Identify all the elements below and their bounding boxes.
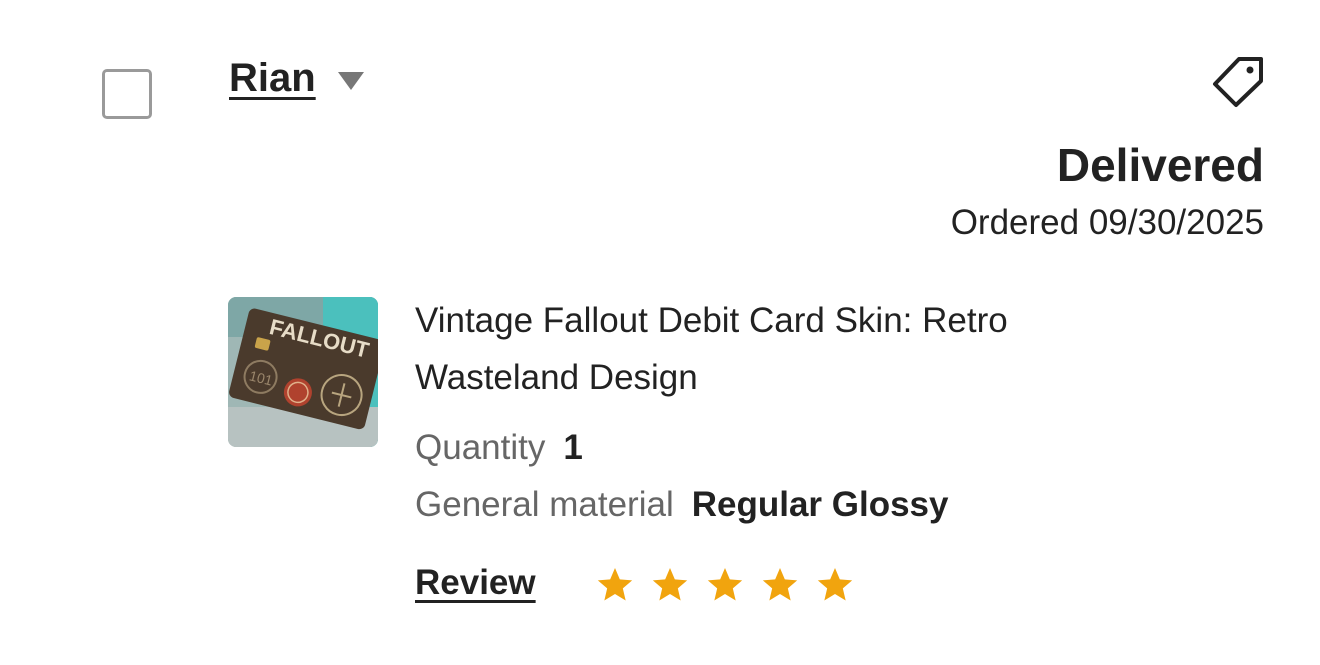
star-icon[interactable]: [815, 565, 855, 605]
material-label: General material: [415, 485, 674, 524]
product-title-link[interactable]: Vintage Fallout Debit Card Skin: Retro W…: [415, 292, 1135, 406]
star-icon[interactable]: [650, 565, 690, 605]
order-date: Ordered 09/30/2025: [950, 203, 1264, 242]
quantity-row: Quantity 1: [415, 428, 583, 468]
review-link[interactable]: Review: [415, 563, 536, 603]
tag-icon[interactable]: [1212, 55, 1266, 109]
rating-stars: [595, 565, 855, 605]
star-icon[interactable]: [705, 565, 745, 605]
material-value: Regular Glossy: [691, 485, 949, 524]
caret-down-icon[interactable]: [337, 71, 364, 90]
quantity-label: Quantity: [415, 428, 546, 467]
star-icon[interactable]: [595, 565, 635, 605]
buyer-menu[interactable]: Rian: [229, 56, 364, 101]
star-icon[interactable]: [760, 565, 800, 605]
quantity-value: 1: [563, 428, 583, 467]
buyer-name-link[interactable]: Rian: [229, 56, 316, 101]
order-select-checkbox[interactable]: [102, 69, 152, 119]
order-status: Delivered: [1056, 139, 1264, 191]
material-row: General material Regular Glossy: [415, 485, 949, 525]
product-thumbnail[interactable]: FALLOUT 101: [228, 297, 378, 447]
order-card: Rian Delivered Ordered 09/30/2025 FALLOU…: [0, 0, 1320, 665]
